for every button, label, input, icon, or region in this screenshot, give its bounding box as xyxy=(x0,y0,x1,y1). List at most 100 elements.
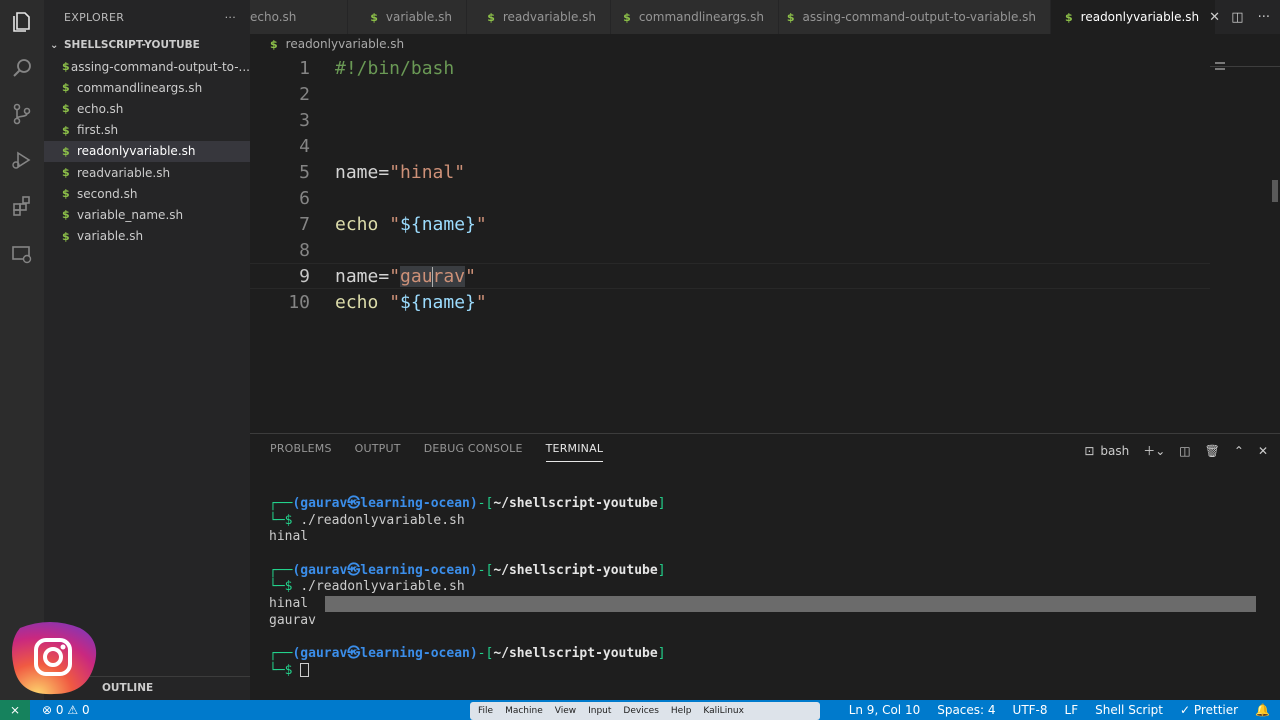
command: echo xyxy=(335,291,390,313)
variable-expansion: ${name} xyxy=(400,291,476,313)
tab-output[interactable]: OUTPUT xyxy=(355,442,401,462)
prettier-status[interactable]: ✓ Prettier xyxy=(1180,703,1238,717)
indentation[interactable]: Spaces: 4 xyxy=(937,703,995,717)
run-debug-icon[interactable] xyxy=(8,146,36,174)
prompt-end: ] xyxy=(657,496,666,511)
split-editor-icon[interactable]: ◫ xyxy=(1231,10,1243,25)
prettier-label: Prettier xyxy=(1193,703,1239,717)
activity-bar xyxy=(0,0,44,700)
code-line: 10 echo "${name}" xyxy=(250,289,1210,315)
file-item[interactable]: $ variable_name.sh xyxy=(44,204,250,225)
end-of-line[interactable]: LF xyxy=(1065,703,1079,717)
code-editor[interactable]: 1 #!/bin/bash 2 3 4 5 name="hinal" 6 7 e… xyxy=(250,54,1280,432)
file-label: second.sh xyxy=(77,186,138,201)
file-item[interactable]: $ echo.sh xyxy=(44,98,250,119)
shell-file-icon: $ xyxy=(62,166,70,180)
shell-file-icon: $ xyxy=(62,144,70,158)
tab-assing-command-output[interactable]: $ assing-command-output-to-variable.sh xyxy=(779,0,1051,34)
file-item[interactable]: $ second.sh xyxy=(44,183,250,204)
breadcrumb[interactable]: $ readonlyvariable.sh xyxy=(270,36,404,52)
vm-menu-overlay: File Machine View Input Devices Help Kal… xyxy=(470,702,820,720)
new-terminal-icon[interactable]: ＋⌄ xyxy=(1143,442,1165,459)
editor-actions: ◫ ··· xyxy=(1231,0,1270,34)
terminal-selector[interactable]: ⊡ bash xyxy=(1084,444,1129,458)
bell-icon[interactable]: 🔔 xyxy=(1255,703,1270,717)
prompt-tail: └─$ xyxy=(269,662,301,678)
shell-file-icon: $ xyxy=(786,10,795,24)
shell-file-icon: $ xyxy=(623,10,631,24)
prompt-tail: └─$ xyxy=(269,512,301,528)
code-line-current: 9 name="gaurav" xyxy=(250,263,1210,289)
panel-tabs: PROBLEMS OUTPUT DEBUG CONSOLE TERMINAL xyxy=(270,442,604,462)
trash-icon[interactable]: 🗑 xyxy=(1205,444,1220,458)
explorer-header: EXPLORER ··· xyxy=(44,0,250,34)
file-item-active[interactable]: $ readonlyvariable.sh xyxy=(44,140,250,162)
bottom-panel: PROBLEMS OUTPUT DEBUG CONSOLE TERMINAL ⊡… xyxy=(250,433,1280,700)
tab-label: commandlineargs.sh xyxy=(638,10,764,24)
tab-variable[interactable]: $ variable.sh xyxy=(348,0,467,34)
code-line: 6 xyxy=(250,185,1210,211)
vm-menu-machine[interactable]: Machine xyxy=(505,706,543,716)
shell-name: bash xyxy=(1100,443,1130,458)
terminal-line: hinal xyxy=(269,529,309,545)
folder-shellscript-youtube[interactable]: ⌄ SHELLSCRIPT-YOUTUBE xyxy=(44,34,250,56)
remote-indicator-icon[interactable]: ⨯ xyxy=(0,700,30,720)
file-item[interactable]: $ readvariable.sh xyxy=(44,162,250,183)
source-control-icon[interactable] xyxy=(8,100,36,128)
prompt-tail: └─$ xyxy=(269,579,301,595)
extensions-icon[interactable] xyxy=(8,192,36,220)
assignment: name= xyxy=(335,265,390,287)
line-number: 3 xyxy=(299,109,310,131)
file-item[interactable]: $ assing-command-output-to-... xyxy=(44,56,250,77)
vm-menu-view[interactable]: View xyxy=(555,706,576,716)
vm-menu-kalilinux[interactable]: KaliLinux xyxy=(703,706,744,716)
prompt-head: ┌── xyxy=(269,562,293,578)
tab-readvariable[interactable]: $ readvariable.sh xyxy=(467,0,611,34)
file-item[interactable]: $ variable.sh xyxy=(44,226,250,247)
chevron-up-icon[interactable]: ⌃ xyxy=(1234,444,1244,458)
file-item[interactable]: $ commandlineargs.sh xyxy=(44,77,250,98)
tab-readonlyvariable[interactable]: $ readonlyvariable.sh ✕ xyxy=(1051,0,1220,34)
command-text: ./readonlyvariable.sh xyxy=(300,512,465,528)
tab-commandlineargs[interactable]: $ commandlineargs.sh xyxy=(611,0,779,34)
remote-explorer-icon[interactable] xyxy=(8,240,36,268)
shell-file-icon: $ xyxy=(62,187,70,201)
cursor-position[interactable]: Ln 9, Col 10 xyxy=(849,703,921,717)
terminal-line: ┌──(gaurav㉿learning-ocean)-[~/shellscrip… xyxy=(269,496,666,513)
terminal-output[interactable]: ┌──(gaurav㉿learning-ocean)-[~/shellscrip… xyxy=(269,496,1256,680)
language-mode[interactable]: Shell Script xyxy=(1095,703,1163,717)
search-icon[interactable] xyxy=(8,54,36,82)
more-actions-icon[interactable]: ··· xyxy=(1258,10,1270,25)
split-terminal-icon[interactable]: ◫ xyxy=(1179,444,1190,458)
line-number: 9 xyxy=(299,265,310,287)
terminal-icon: ⊡ xyxy=(1084,443,1095,458)
error-icon: ⊗ xyxy=(42,703,53,717)
status-right: Ln 9, Col 10 Spaces: 4 UTF-8 LF Shell Sc… xyxy=(849,700,1270,720)
output-text: hinal xyxy=(269,596,309,612)
vm-menu-file[interactable]: File xyxy=(478,706,493,716)
vm-menu-input[interactable]: Input xyxy=(588,706,611,716)
encoding[interactable]: UTF-8 xyxy=(1013,703,1048,717)
vm-menu-help[interactable]: Help xyxy=(671,706,692,716)
file-label: first.sh xyxy=(77,123,119,138)
tab-label: readvariable.sh xyxy=(502,10,596,24)
tab-echo[interactable]: echo.sh xyxy=(250,0,348,34)
tab-debug-console[interactable]: DEBUG CONSOLE xyxy=(424,442,523,462)
tab-problems[interactable]: PROBLEMS xyxy=(270,442,332,462)
editor-scrollbar[interactable] xyxy=(1272,180,1278,202)
string-literal: "hinal" xyxy=(389,161,466,183)
prompt-end: ] xyxy=(657,646,666,662)
vm-menu-devices[interactable]: Devices xyxy=(623,706,658,716)
tab-label: assing-command-output-to-variable.sh xyxy=(802,10,1036,24)
more-actions-icon[interactable]: ··· xyxy=(225,11,236,24)
prompt-sep: -[ xyxy=(477,562,494,578)
close-icon[interactable]: ✕ xyxy=(1209,10,1220,25)
breadcrumb-file[interactable]: readonlyvariable.sh xyxy=(286,37,405,51)
explorer-icon[interactable] xyxy=(8,8,36,36)
close-panel-icon[interactable]: ✕ xyxy=(1258,444,1268,458)
tab-terminal[interactable]: TERMINAL xyxy=(545,442,604,462)
problems-status[interactable]: ⊗ 0 ⚠ 0 xyxy=(42,703,90,717)
file-item[interactable]: $ first.sh xyxy=(44,120,250,141)
tab-label: variable.sh xyxy=(385,10,452,24)
shell-file-icon: $ xyxy=(62,102,70,116)
